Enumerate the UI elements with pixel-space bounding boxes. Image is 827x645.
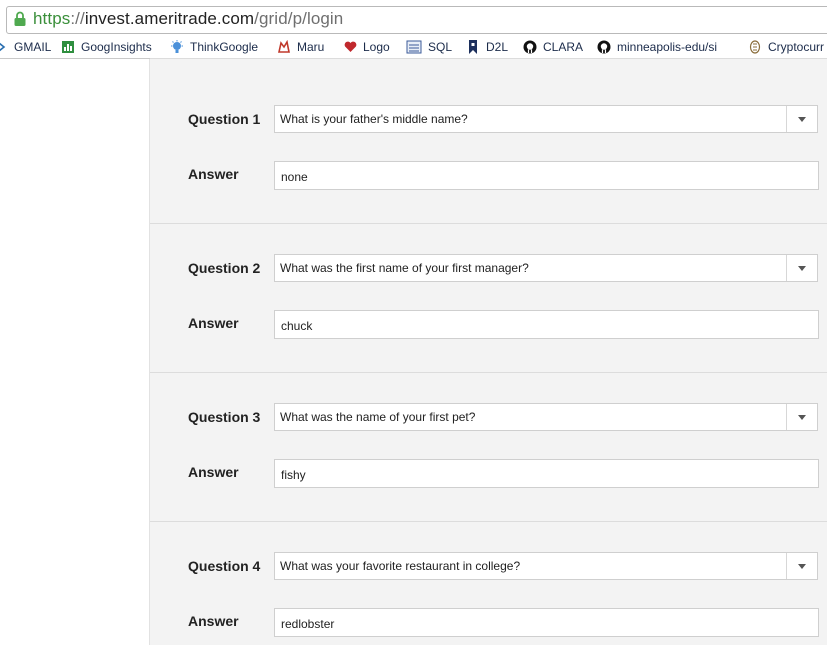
bookmark-label: minneapolis-edu/si bbox=[617, 40, 718, 54]
lock-icon bbox=[14, 11, 26, 26]
bookmark-label: Maru bbox=[297, 40, 325, 54]
question-section: Question 3 What was the name of your fir… bbox=[150, 372, 827, 522]
github-icon bbox=[523, 40, 537, 54]
github-icon bbox=[597, 40, 611, 54]
url-separator: :// bbox=[70, 9, 85, 28]
bookmark-d2l[interactable]: D2L bbox=[466, 38, 508, 56]
bookmark-label: CLARA bbox=[543, 40, 584, 54]
question-select-value: What is your father's middle name? bbox=[280, 112, 468, 126]
answer-input-value: fishy bbox=[281, 468, 306, 482]
answer-label: Answer bbox=[188, 166, 239, 182]
bookmark-icon bbox=[466, 40, 480, 54]
question-label: Question 3 bbox=[188, 409, 261, 425]
bookmark-label: D2L bbox=[486, 40, 509, 54]
bookmark-googinsights[interactable]: GoogInsights bbox=[61, 38, 152, 56]
bookmark-thinkgoogle[interactable]: ThinkGoogle bbox=[170, 38, 258, 56]
answer-label: Answer bbox=[188, 464, 239, 480]
coin-icon bbox=[748, 40, 762, 54]
question-select-value: What was the name of your first pet? bbox=[280, 410, 476, 424]
answer-input[interactable]: none bbox=[274, 161, 819, 190]
bookmark-label: GoogInsights bbox=[81, 40, 152, 54]
bookmarks-bar: GMAIL GoogInsights ThinkGoogle Maru Logo… bbox=[0, 36, 827, 59]
question-select[interactable]: What was the name of your first pet? bbox=[274, 403, 818, 431]
bookmark-logo[interactable]: Logo bbox=[343, 38, 390, 56]
question-label: Question 1 bbox=[188, 111, 261, 127]
question-label: Question 2 bbox=[188, 260, 261, 276]
chevron-down-icon[interactable] bbox=[786, 553, 817, 579]
answer-input[interactable]: chuck bbox=[274, 310, 819, 339]
answer-label: Answer bbox=[188, 613, 239, 629]
bookmark-cryptocurr[interactable]: Cryptocurr bbox=[748, 38, 824, 56]
url-text: https://invest.ameritrade.com/grid/p/log… bbox=[33, 9, 343, 29]
question-select[interactable]: What was the first name of your first ma… bbox=[274, 254, 818, 282]
bookmark-label: Cryptocurr bbox=[768, 40, 825, 54]
answer-input-value: redlobster bbox=[281, 617, 335, 631]
question-label: Question 4 bbox=[188, 558, 261, 574]
url-scheme: https bbox=[33, 9, 71, 28]
bookmark-maru[interactable]: Maru bbox=[277, 38, 324, 56]
browser-toolbar: https://invest.ameritrade.com/grid/p/log… bbox=[0, 0, 827, 36]
lightbulb-icon bbox=[170, 40, 184, 54]
top-divider bbox=[150, 58, 827, 59]
question-section: Question 1 What is your father's middle … bbox=[150, 74, 827, 224]
page-content: Question 1 What is your father's middle … bbox=[0, 58, 827, 645]
chevron-down-icon[interactable] bbox=[786, 404, 817, 430]
question-select-value: What was the first name of your first ma… bbox=[280, 261, 529, 275]
bookmark-clara[interactable]: CLARA bbox=[523, 38, 583, 56]
answer-input-value: chuck bbox=[281, 319, 313, 333]
sql-icon bbox=[406, 40, 422, 54]
chevron-down-icon[interactable] bbox=[786, 255, 817, 281]
heart-icon bbox=[343, 40, 357, 54]
answer-input[interactable]: redlobster bbox=[274, 608, 819, 637]
question-section: Question 2 What was the first name of yo… bbox=[150, 223, 827, 373]
bookmark-minneapolis-edu[interactable]: minneapolis-edu/si bbox=[597, 38, 717, 56]
answer-label: Answer bbox=[188, 315, 239, 331]
security-questions-panel: Question 1 What is your father's middle … bbox=[149, 58, 827, 645]
arrow-icon bbox=[0, 40, 8, 54]
bookmark-label: ThinkGoogle bbox=[190, 40, 259, 54]
left-column bbox=[0, 59, 149, 645]
bookmark-sql[interactable]: SQL bbox=[406, 38, 452, 56]
bookmark-label: SQL bbox=[428, 40, 453, 54]
question-select[interactable]: What is your father's middle name? bbox=[274, 105, 818, 133]
maru-icon bbox=[277, 40, 291, 54]
url-host: invest.ameritrade.com bbox=[84, 9, 255, 28]
chart-icon bbox=[61, 40, 75, 54]
url-path: /grid/p/login bbox=[254, 9, 344, 28]
question-select-value: What was your favorite restaurant in col… bbox=[280, 559, 521, 573]
answer-input[interactable]: fishy bbox=[274, 459, 819, 488]
chevron-down-icon[interactable] bbox=[786, 106, 817, 132]
bookmark-label: Logo bbox=[363, 40, 390, 54]
question-section: Question 4 What was your favorite restau… bbox=[150, 521, 827, 645]
bookmark-label: GMAIL bbox=[14, 40, 52, 54]
bookmark-gmail[interactable]: GMAIL bbox=[0, 38, 51, 56]
question-select[interactable]: What was your favorite restaurant in col… bbox=[274, 552, 818, 580]
answer-input-value: none bbox=[281, 170, 308, 184]
